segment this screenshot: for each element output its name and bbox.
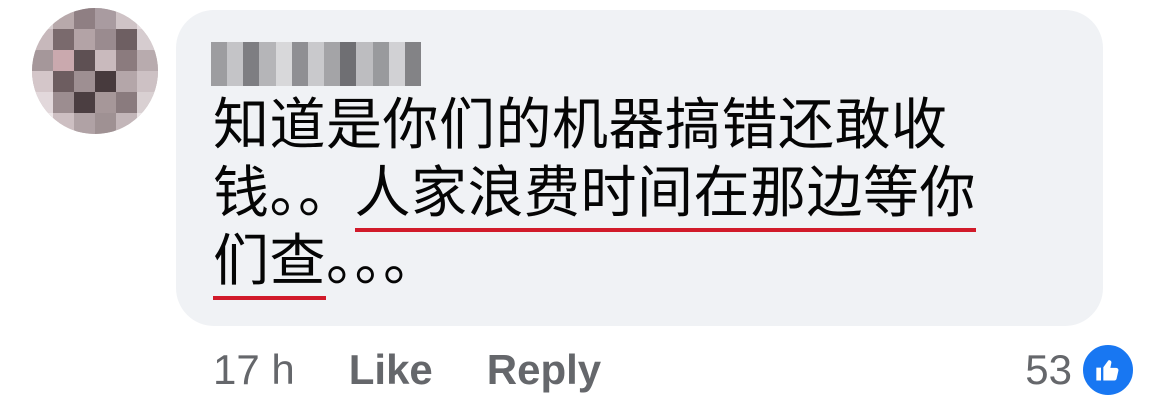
comment-author-name[interactable] [211, 42, 422, 86]
comment-line-3: 们查。。。 [213, 228, 1073, 300]
highlighted-phrase: 人家浪费时间在那边等你 [354, 161, 976, 232]
avatar[interactable] [32, 8, 158, 134]
reply-button[interactable]: Reply [487, 346, 601, 394]
reaction-summary[interactable]: 53 [1025, 340, 1136, 400]
comment-line-2-start: 钱。。 [213, 161, 355, 226]
highlighted-phrase-end: 们查 [213, 229, 326, 300]
comment-text: 知道是你们的机器搞错还敢收 钱。。人家浪费时间在那边等你 们查。。。 [213, 92, 1073, 300]
comment-line-2: 钱。。人家浪费时间在那边等你 [213, 160, 1073, 232]
reaction-count: 53 [1025, 346, 1072, 393]
thumbs-up-icon [1080, 342, 1136, 398]
comment-timestamp[interactable]: 17 h [213, 346, 295, 394]
comment-line-1: 知道是你们的机器搞错还敢收 [213, 93, 948, 158]
comment-actions: 17 h Like Reply [213, 340, 601, 400]
comment-line-3-end: 。。。 [326, 229, 440, 294]
like-button[interactable]: Like [349, 346, 433, 394]
